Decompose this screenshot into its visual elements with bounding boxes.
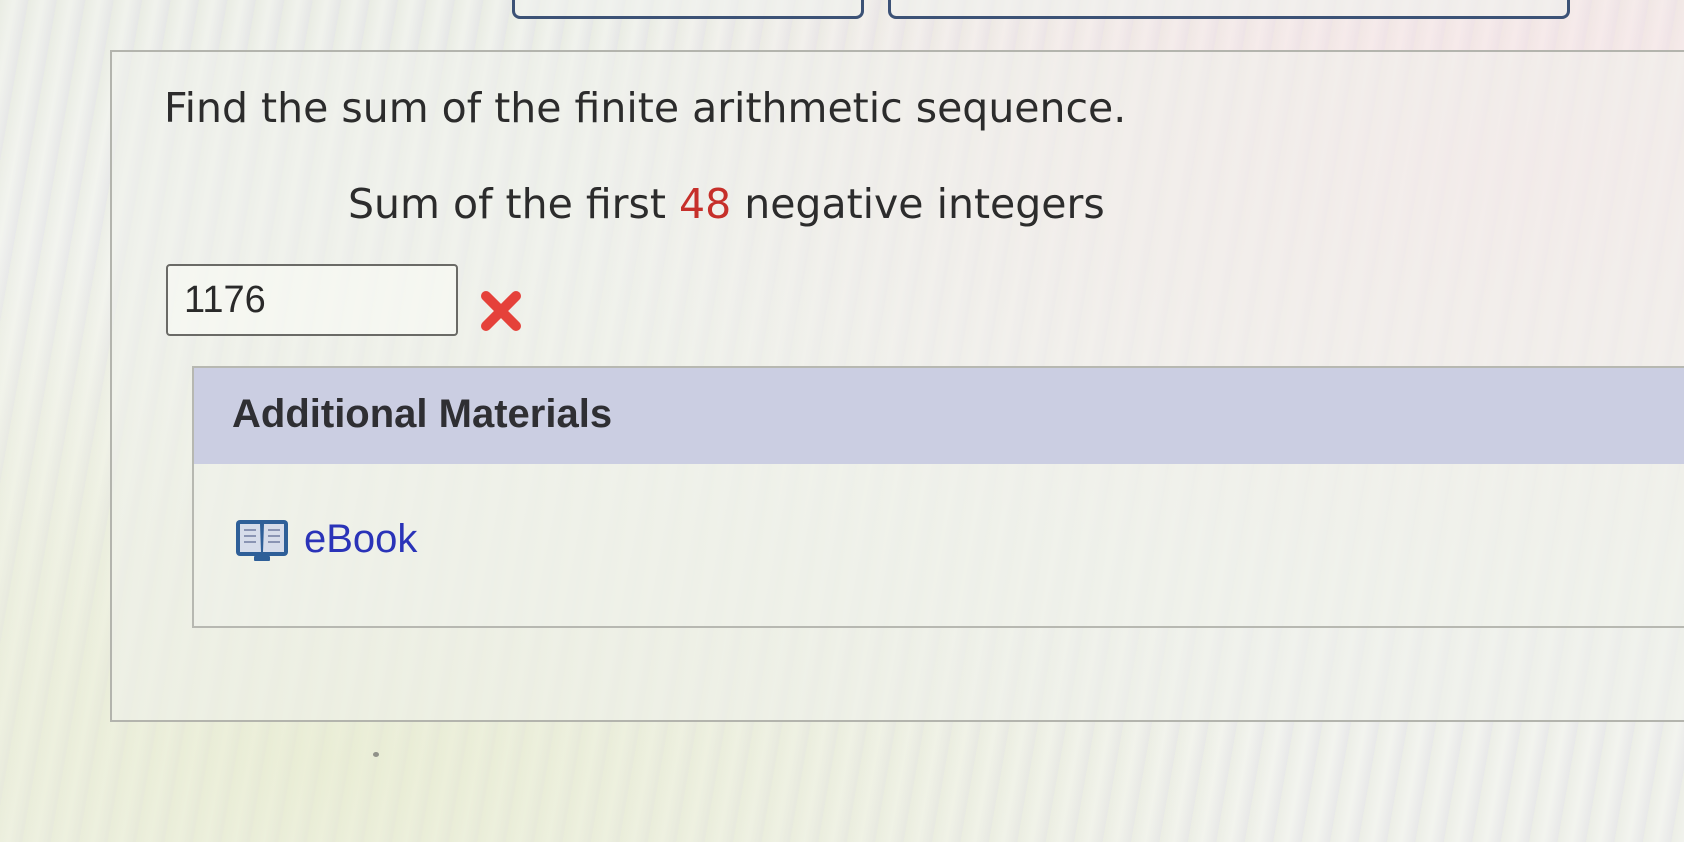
answer-input[interactable] (166, 264, 458, 336)
ebook-link[interactable]: eBook (234, 516, 417, 562)
top-button-left[interactable] (512, 0, 864, 19)
prompt-text-before: Sum of the first (348, 180, 680, 228)
additional-materials-title: Additional Materials (232, 392, 613, 436)
question-prompt: Sum of the first 48 negative integers (348, 180, 1105, 228)
additional-materials-header: Additional Materials (194, 368, 1684, 464)
book-icon (236, 520, 288, 561)
x-mark-icon (481, 291, 521, 331)
top-button-right[interactable] (888, 0, 1570, 19)
ebook-link-label: eBook (304, 516, 418, 561)
additional-materials-panel: Additional Materials eBook (192, 366, 1684, 628)
screen-speck (373, 752, 379, 757)
prompt-text-after: negative integers (731, 180, 1105, 228)
prompt-number: 48 (679, 180, 732, 228)
question-instruction: Find the sum of the finite arithmetic se… (164, 84, 1127, 132)
